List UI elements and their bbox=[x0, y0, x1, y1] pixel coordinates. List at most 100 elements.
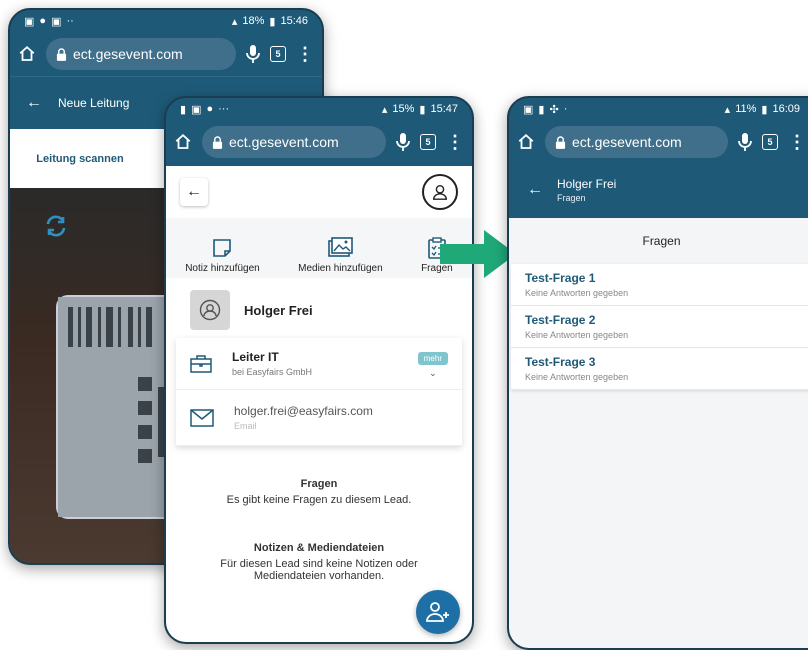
chat-icon: ● bbox=[39, 15, 47, 27]
lead-detail-content: ← Notiz hinzufügen Medien hinzufügen Fra… bbox=[166, 166, 472, 642]
more-badge[interactable]: mehr bbox=[417, 352, 448, 365]
questions-content: Fragen Test-Frage 1 Keine Antworten gege… bbox=[509, 218, 808, 648]
more-notifications-icon: ·· bbox=[66, 15, 74, 27]
add-note-button[interactable]: Notiz hinzufügen bbox=[185, 237, 260, 274]
microphone-icon[interactable] bbox=[246, 44, 260, 64]
question-status: Keine Antworten gegeben bbox=[525, 372, 629, 382]
question-title: Test-Frage 1 bbox=[525, 271, 596, 285]
profile-button[interactable] bbox=[422, 174, 458, 210]
user-icon bbox=[432, 184, 448, 200]
phone-questions-list: ▣ ▮ ✣ · ▴ 11% ▮ 16:09 ect.gesevent.com 5… bbox=[507, 96, 808, 650]
url-text: ect.gesevent.com bbox=[572, 134, 682, 150]
question-status: Keine Antworten gegeben bbox=[525, 288, 629, 298]
image-icon: ▣ bbox=[191, 103, 202, 116]
gallery-icon: ▣ bbox=[24, 15, 35, 28]
contact-block: Holger Frei Leiter IT bei Easyfairs GmbH… bbox=[166, 278, 472, 454]
questions-empty-text: Es gibt keine Fragen zu diesem Lead. bbox=[226, 494, 412, 506]
action-bar: Notiz hinzufügen Medien hinzufügen Frage… bbox=[166, 218, 472, 278]
sync-icon: ✣ bbox=[549, 103, 559, 116]
phone-lead-detail: ▮ ▣ ● ··· ▴ 15% ▮ 15:47 ect.gesevent.com… bbox=[164, 96, 474, 644]
contact-company: bei Easyfairs GmbH bbox=[232, 367, 313, 377]
app-bar-title: Neue Leitung bbox=[58, 96, 130, 110]
add-contact-fab[interactable] bbox=[416, 590, 460, 634]
list-item[interactable]: Test-Frage 2 Keine Antworten gegeben bbox=[511, 306, 808, 348]
menu-dots-icon[interactable]: ⋮ bbox=[296, 45, 314, 63]
url-bar[interactable]: ect.gesevent.com bbox=[202, 126, 386, 158]
image-icon: ▣ bbox=[51, 15, 62, 28]
url-bar[interactable]: ect.gesevent.com bbox=[46, 38, 236, 70]
microphone-icon[interactable] bbox=[396, 132, 410, 152]
status-bar: ▣ ▮ ✣ · ▴ 11% ▮ 16:09 bbox=[509, 98, 808, 120]
menu-dots-icon[interactable]: ⋮ bbox=[788, 133, 806, 151]
status-time: 15:47 bbox=[430, 103, 458, 115]
question-status: Keine Antworten gegeben bbox=[525, 330, 629, 340]
more-notifications-icon: · bbox=[563, 103, 568, 115]
contact-card: Leiter IT bei Easyfairs GmbH mehr ⌄ holg… bbox=[176, 338, 462, 446]
notes-section: Notizen & Mediendateien Für diesen Lead … bbox=[166, 542, 472, 582]
add-media-button[interactable]: Medien hinzufügen bbox=[298, 237, 383, 274]
vibrate-icon: ▮ bbox=[180, 103, 187, 116]
signal-icon: ▴ bbox=[724, 103, 731, 116]
contact-email[interactable]: holger.frei@easyfairs.com bbox=[234, 404, 373, 418]
battery-percent: 15% bbox=[392, 103, 415, 115]
browser-toolbar: ect.gesevent.com 5 ⋮ bbox=[166, 120, 472, 164]
status-time: 16:09 bbox=[772, 103, 800, 115]
image-icon: ▣ bbox=[523, 103, 534, 116]
tab-scan-lead[interactable]: Leitung scannen bbox=[10, 153, 150, 165]
list-item[interactable]: Test-Frage 3 Keine Antworten gegeben bbox=[511, 348, 808, 390]
signal-icon: ▴ bbox=[231, 15, 238, 28]
signal-icon: ▴ bbox=[381, 103, 388, 116]
battery-icon: ▮ bbox=[419, 103, 426, 116]
notes-heading: Notizen & Mediendateien bbox=[253, 542, 385, 554]
app-bar-title: Holger Frei bbox=[557, 177, 617, 191]
vibrate-icon: ▮ bbox=[538, 103, 545, 116]
add-user-icon bbox=[426, 602, 449, 622]
home-icon[interactable] bbox=[517, 133, 535, 151]
switch-camera-icon[interactable] bbox=[44, 214, 68, 238]
gallery-icon bbox=[328, 237, 354, 257]
contact-name: Holger Frei bbox=[244, 302, 313, 318]
questions-header: Fragen bbox=[509, 218, 808, 264]
questions-heading: Fragen bbox=[300, 478, 338, 490]
tab-count-button[interactable]: 5 bbox=[270, 46, 286, 62]
lock-icon bbox=[212, 135, 223, 149]
flow-arrow-icon bbox=[440, 230, 516, 278]
status-time: 15:46 bbox=[280, 15, 308, 27]
tab-count-button[interactable]: 5 bbox=[420, 134, 436, 150]
app-bar-subtitle: Fragen bbox=[557, 193, 586, 203]
home-icon[interactable] bbox=[18, 45, 36, 63]
notes-empty-text: Für diesen Lead sind keine Notizen oder … bbox=[220, 558, 418, 582]
browser-toolbar: ect.gesevent.com 5 ⋮ bbox=[10, 32, 322, 76]
browser-toolbar: ect.gesevent.com 5 ⋮ bbox=[509, 120, 808, 164]
battery-icon: ▮ bbox=[761, 103, 768, 116]
lock-icon bbox=[56, 47, 67, 61]
note-icon bbox=[213, 239, 232, 257]
list-item[interactable]: Test-Frage 1 Keine Antworten gegeben bbox=[511, 264, 808, 306]
url-text: ect.gesevent.com bbox=[229, 134, 339, 150]
battery-percent: 11% bbox=[735, 103, 757, 115]
menu-dots-icon[interactable]: ⋮ bbox=[446, 133, 464, 151]
battery-icon: ▮ bbox=[269, 15, 276, 28]
user-icon bbox=[199, 299, 221, 321]
envelope-icon bbox=[190, 408, 214, 427]
back-arrow-icon[interactable]: ← bbox=[527, 181, 543, 199]
questions-list: Test-Frage 1 Keine Antworten gegeben Tes… bbox=[511, 264, 808, 390]
back-arrow-icon[interactable]: ← bbox=[26, 94, 42, 112]
app-bar: ← Holger Frei Fragen bbox=[509, 164, 808, 216]
url-text: ect.gesevent.com bbox=[73, 46, 183, 62]
back-button[interactable]: ← bbox=[180, 178, 208, 206]
email-row: holger.frei@easyfairs.com Email bbox=[176, 390, 462, 446]
status-bar: ▣ ● ▣ ·· ▴ 18% ▮ 15:46 bbox=[10, 10, 322, 32]
microphone-icon[interactable] bbox=[738, 132, 752, 152]
home-icon[interactable] bbox=[174, 133, 192, 151]
status-bar: ▮ ▣ ● ··· ▴ 15% ▮ 15:47 bbox=[166, 98, 472, 120]
email-label: Email bbox=[234, 421, 257, 431]
contact-avatar bbox=[190, 290, 230, 330]
contact-position: Leiter IT bbox=[232, 350, 279, 364]
battery-percent: 18% bbox=[242, 15, 265, 27]
tab-count-button[interactable]: 5 bbox=[762, 134, 778, 150]
url-bar[interactable]: ect.gesevent.com bbox=[545, 126, 728, 158]
chevron-down-icon[interactable]: ⌄ bbox=[418, 368, 448, 379]
question-title: Test-Frage 3 bbox=[525, 355, 596, 369]
briefcase-icon bbox=[190, 354, 212, 373]
